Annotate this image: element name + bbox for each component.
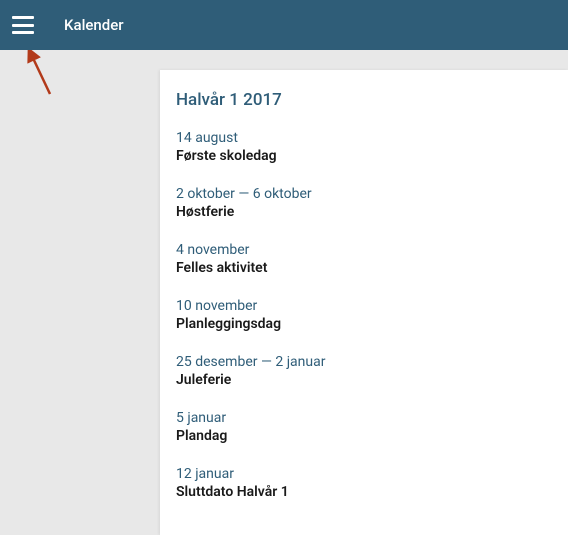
calendar-event[interactable]: 5 januar Plandag <box>176 410 568 444</box>
event-date: 12 januar <box>176 466 568 482</box>
calendar-card: Halvår 1 2017 14 august Første skoledag … <box>160 70 568 535</box>
term-title: Halvår 1 2017 <box>176 90 568 110</box>
event-date: 14 august <box>176 130 568 146</box>
event-label: Planleggingsdag <box>176 316 568 332</box>
event-label: Plandag <box>176 428 568 444</box>
hamburger-menu-icon[interactable] <box>12 16 34 34</box>
event-date: 25 desember — 2 januar <box>176 354 568 370</box>
calendar-event[interactable]: 2 oktober — 6 oktober Høstferie <box>176 186 568 220</box>
event-label: Felles aktivitet <box>176 260 568 276</box>
event-label: Første skoledag <box>176 148 568 164</box>
app-header: Kalender <box>0 0 568 50</box>
page-title: Kalender <box>64 16 124 34</box>
calendar-event[interactable]: 25 desember — 2 januar Juleferie <box>176 354 568 388</box>
event-label: Høstferie <box>176 204 568 220</box>
event-label: Juleferie <box>176 372 568 388</box>
calendar-event[interactable]: 12 januar Sluttdato Halvår 1 <box>176 466 568 500</box>
content-area: Halvår 1 2017 14 august Første skoledag … <box>0 50 568 535</box>
event-date: 4 november <box>176 242 568 258</box>
calendar-event[interactable]: 14 august Første skoledag <box>176 130 568 164</box>
calendar-event[interactable]: 10 november Planleggingsdag <box>176 298 568 332</box>
event-date: 2 oktober — 6 oktober <box>176 186 568 202</box>
event-label: Sluttdato Halvår 1 <box>176 484 568 500</box>
event-date: 5 januar <box>176 410 568 426</box>
event-date: 10 november <box>176 298 568 314</box>
left-gutter <box>0 50 160 535</box>
calendar-event[interactable]: 4 november Felles aktivitet <box>176 242 568 276</box>
